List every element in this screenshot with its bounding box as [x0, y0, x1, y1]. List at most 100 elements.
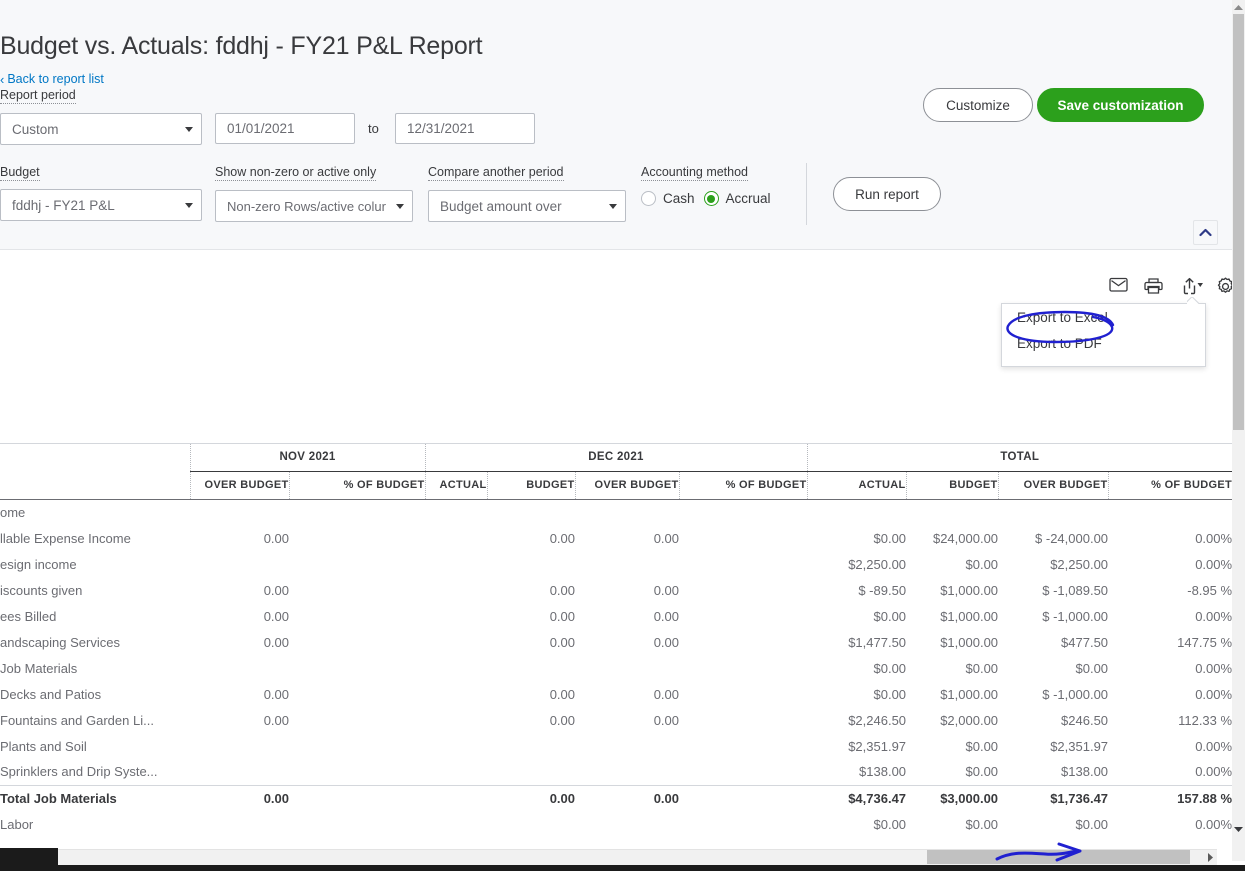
cell-budget: 0.00 — [549, 530, 576, 546]
row-label[interactable]: iscounts given — [0, 577, 190, 603]
vertical-scroll-down-button[interactable] — [1232, 822, 1245, 836]
date-range-to-label: to — [368, 121, 379, 136]
print-report-button[interactable] — [1144, 277, 1163, 295]
cell-over-budget: 0.00 — [263, 634, 289, 650]
cell-over-budget — [998, 499, 1108, 525]
cell-of-budget — [679, 603, 807, 629]
menu-item-export-to-excel[interactable]: Export to Excel — [1002, 304, 1205, 330]
cell-of-budget: 0.00% — [1195, 686, 1232, 702]
radio-accrual-label: Accrual — [725, 191, 771, 206]
cell-actual: $2,351.97 — [848, 738, 907, 754]
group-header-blank — [0, 444, 190, 471]
menu-item-export-to-pdf[interactable]: Export to PDF — [1002, 330, 1205, 356]
cell-over-budget: 0.00 — [263, 712, 289, 728]
cell-of-budget: 157.88 % — [1108, 784, 1232, 811]
report-period-select[interactable]: Custom — [0, 113, 202, 145]
window-bottom-bar — [0, 865, 1245, 871]
vertical-scrollbar-thumb[interactable] — [1233, 14, 1244, 430]
cell-actual — [425, 707, 487, 733]
cell-budget: $3,000.00 — [906, 784, 999, 811]
table-row: Labor $0.00 $0.00 $0.00 0.00% — [0, 811, 1232, 837]
compare-period-value: Budget amount over — [440, 198, 562, 214]
vertical-scroll-up-button[interactable] — [1232, 0, 1245, 14]
row-label[interactable]: esign income — [0, 551, 190, 577]
back-to-report-list-link[interactable]: ‹ Back to report list — [0, 72, 104, 86]
row-label[interactable]: Plants and Soil — [0, 733, 190, 759]
cell-budget: 0.00 — [487, 784, 576, 811]
cell-over-budget — [190, 551, 289, 577]
cell-budget: 0.00 — [549, 634, 576, 650]
email-report-button[interactable] — [1109, 277, 1128, 292]
col-header-7-actual: ACTUAL — [806, 471, 907, 500]
report-period-value: Custom — [12, 121, 59, 137]
export-menu-button[interactable] — [1180, 277, 1205, 295]
cell-over-budget — [190, 499, 289, 525]
cell-budget: $0.00 — [965, 764, 999, 780]
run-report-button[interactable]: Run report — [833, 177, 941, 211]
row-label[interactable]: Decks and Patios — [0, 681, 190, 707]
date-to-input[interactable]: 12/31/2021 — [395, 113, 535, 144]
radio-option-accrual[interactable]: Accrual — [703, 191, 771, 206]
table-total-row: Total Job Materials 0.00 0.00 0.00 $4,736.47… — [0, 784, 1232, 811]
cell-of-budget — [679, 629, 807, 655]
cell-over-budget — [190, 655, 289, 681]
cell-over-budget: 0.00 — [653, 582, 680, 598]
triangle-down-icon — [1234, 826, 1243, 832]
cell-of-budget — [679, 759, 807, 785]
cell-over-budget: $477.50 — [1061, 634, 1109, 650]
col-header-2-of-budget: % OF BUDGET — [288, 471, 426, 500]
cell-budget: $0.00 — [965, 816, 999, 832]
cell-actual — [807, 499, 906, 525]
table-row: Plants and Soil $2,351.97 $0.00 $2,351.97 0.… — [0, 733, 1232, 759]
cell-over-budget: $ -1,000.00 — [1042, 686, 1109, 702]
cell-of-budget: 0.00% — [1195, 764, 1232, 780]
row-label[interactable]: Total Job Materials — [0, 784, 190, 811]
cell-actual — [425, 629, 487, 655]
cell-of-budget — [289, 681, 425, 707]
nonzero-label: Show non-zero or active only — [215, 165, 377, 181]
cell-budget: $2,000.00 — [940, 712, 999, 728]
cell-over-budget — [190, 811, 289, 837]
row-label[interactable]: llable Expense Income — [0, 525, 190, 551]
cell-of-budget — [679, 577, 807, 603]
date-from-input[interactable]: 01/01/2021 — [215, 113, 355, 144]
nonzero-select[interactable]: Non-zero Rows/active colur — [215, 190, 413, 222]
horizontal-scrollbar-thumb[interactable] — [927, 850, 1190, 864]
row-label[interactable]: Labor — [0, 811, 190, 837]
cell-of-budget: 0.00% — [1195, 556, 1232, 572]
cell-of-budget — [289, 655, 425, 681]
chevron-up-icon — [1199, 228, 1212, 237]
customize-button[interactable]: Customize — [923, 88, 1033, 122]
back-link-label: Back to report list — [7, 72, 104, 86]
cell-of-budget — [289, 707, 425, 733]
cell-over-budget: 0.00 — [653, 530, 680, 546]
cell-budget — [487, 759, 575, 785]
row-label[interactable]: ome — [0, 499, 190, 525]
cell-over-budget: $1,736.47 — [998, 784, 1109, 811]
cell-over-budget: 0.00 — [653, 712, 680, 728]
budget-select[interactable]: fddhj - FY21 P&L — [0, 189, 202, 221]
cell-actual — [425, 525, 487, 551]
save-customization-button[interactable]: Save customization — [1037, 88, 1204, 122]
cell-over-budget — [575, 551, 679, 577]
cell-over-budget — [575, 655, 679, 681]
row-label[interactable]: Job Materials — [0, 655, 190, 681]
cell-budget: $0.00 — [965, 660, 999, 676]
horizontal-scroll-right-button[interactable] — [1202, 849, 1218, 865]
group-header-total: TOTAL — [806, 444, 1232, 472]
radio-option-cash[interactable]: Cash — [641, 191, 695, 206]
row-label[interactable]: Sprinklers and Drip Syste... — [0, 759, 190, 785]
table-row: andscaping Services 0.00 0.00 0.00 $1,477.50… — [0, 629, 1232, 655]
compare-period-select[interactable]: Budget amount over — [428, 190, 626, 222]
cell-of-budget — [289, 551, 425, 577]
collapse-panel-button[interactable] — [1193, 220, 1218, 245]
cell-over-budget — [575, 499, 679, 525]
row-label[interactable]: Fountains and Garden Li... — [0, 707, 190, 733]
envelope-icon — [1109, 277, 1128, 292]
cell-actual: $4,736.47 — [807, 784, 907, 811]
row-label[interactable]: ees Billed — [0, 603, 190, 629]
row-label[interactable]: andscaping Services — [0, 629, 190, 655]
triangle-up-icon — [1234, 4, 1243, 10]
cell-of-budget — [679, 499, 807, 525]
cell-of-budget: 147.75 % — [1177, 634, 1232, 650]
